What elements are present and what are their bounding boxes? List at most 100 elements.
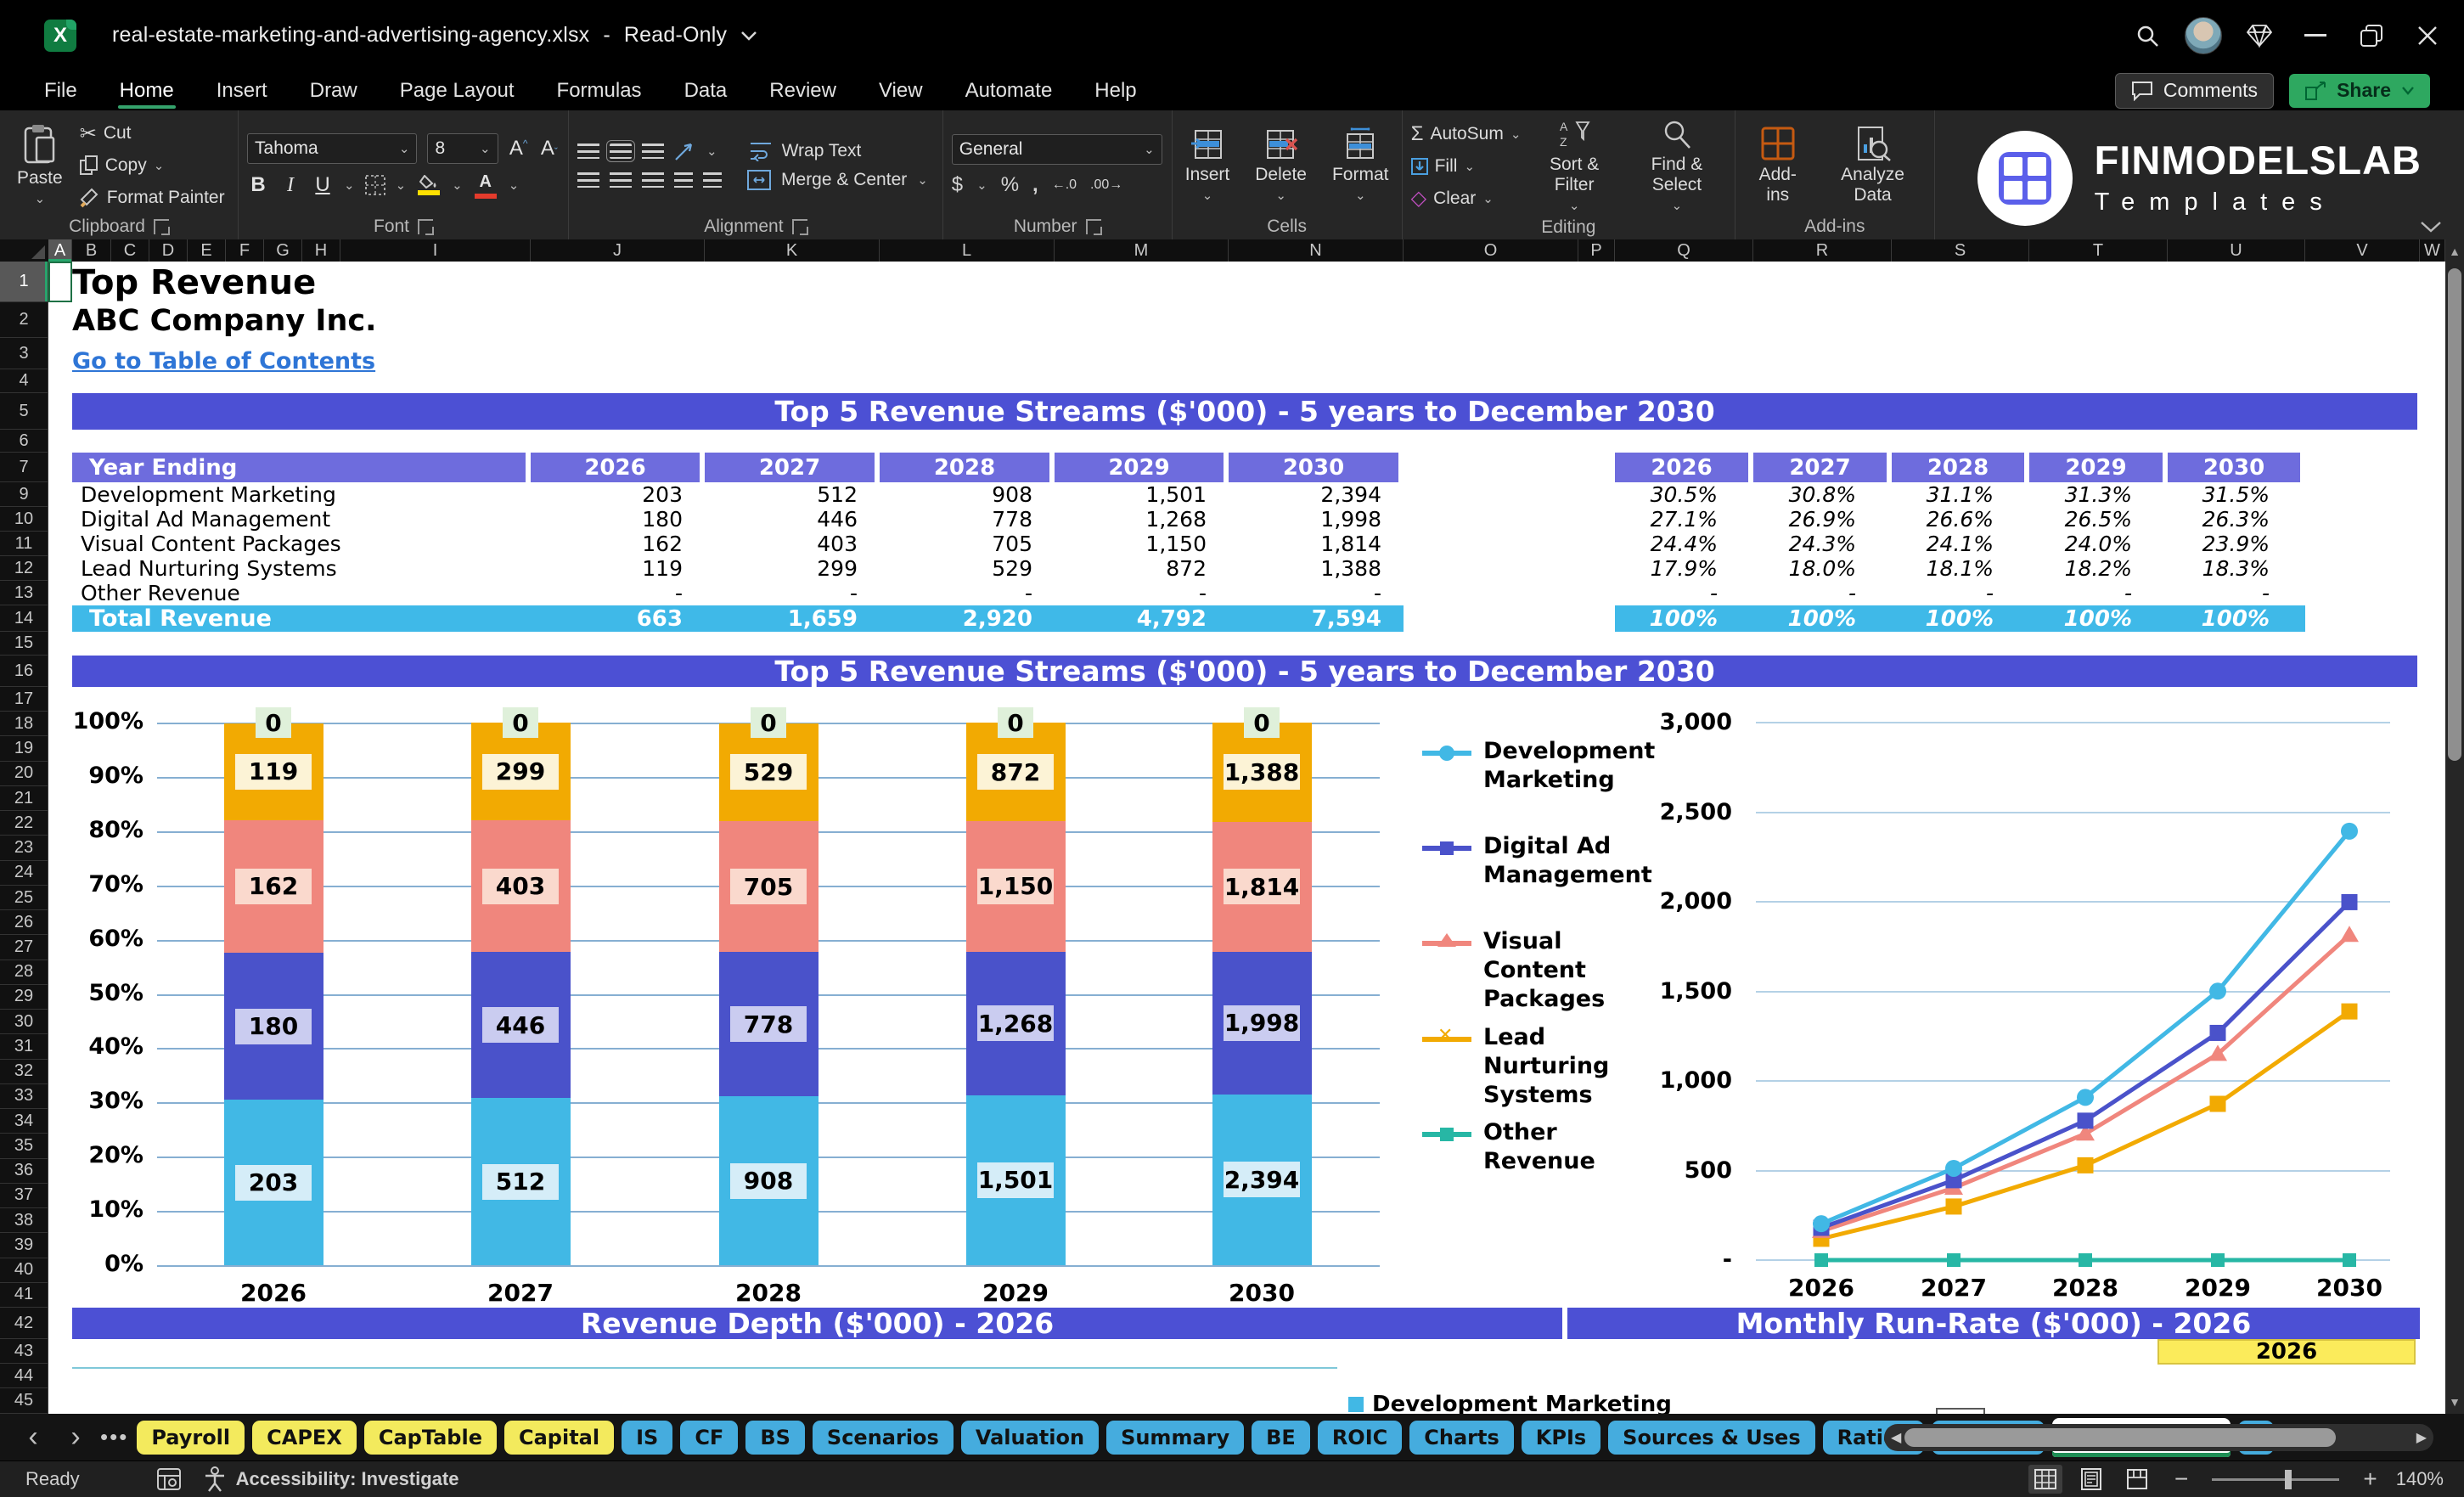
title-chevron-down-icon[interactable] xyxy=(740,31,757,41)
menu-tab-view[interactable]: View xyxy=(860,70,942,110)
decrease-decimal-icon[interactable]: .00→ xyxy=(1090,177,1122,193)
table-header-year[interactable]: 2028 xyxy=(880,453,1052,482)
table-value-cell[interactable]: 203 xyxy=(531,482,683,507)
row-header-21[interactable]: 21 xyxy=(0,785,48,812)
total-value-cell[interactable]: 1,659 xyxy=(705,605,858,632)
pct-value-cell[interactable]: - xyxy=(2168,581,2270,605)
orientation-icon[interactable] xyxy=(674,141,696,161)
row-header-45[interactable]: 45 xyxy=(0,1388,48,1414)
font-dialog-launcher-icon[interactable] xyxy=(418,219,435,235)
zoom-in-icon[interactable]: + xyxy=(2363,1466,2377,1493)
minimize-button[interactable] xyxy=(2287,10,2343,61)
pct-value-cell[interactable]: 26.6% xyxy=(1892,507,1994,532)
row-header-28[interactable]: 28 xyxy=(0,960,48,985)
column-headers[interactable]: ABCDEFGHIJKLMNOPQRSTUVW xyxy=(48,239,2445,262)
menu-tab-insert[interactable]: Insert xyxy=(198,70,286,110)
row-header-19[interactable]: 19 xyxy=(0,736,48,762)
row-header-31[interactable]: 31 xyxy=(0,1034,48,1060)
merge-center-button[interactable]: Merge & Center xyxy=(781,170,907,190)
column-header-j[interactable]: J xyxy=(531,239,705,262)
pct-value-cell[interactable]: 26.9% xyxy=(1753,507,1856,532)
menu-tab-review[interactable]: Review xyxy=(751,70,855,110)
pct-value-cell[interactable]: 24.4% xyxy=(1615,532,1718,556)
underline-button[interactable]: U xyxy=(312,173,334,197)
tabs-scroll-left-icon[interactable]: ‹ xyxy=(12,1421,54,1454)
increase-decimal-icon[interactable]: ←.0 xyxy=(1052,177,1077,193)
pct-total-cell[interactable]: 100% xyxy=(1892,605,1994,632)
pct-value-cell[interactable]: 30.5% xyxy=(1615,482,1718,507)
row-header-3[interactable]: 3 xyxy=(0,338,48,369)
sheet-tab-roic[interactable]: ROIC xyxy=(1317,1420,1403,1455)
number-dialog-launcher-icon[interactable] xyxy=(1085,219,1102,235)
total-value-cell[interactable]: 4,792 xyxy=(1055,605,1207,632)
pct-value-cell[interactable]: - xyxy=(1753,581,1856,605)
table-value-cell[interactable]: - xyxy=(1229,581,1381,605)
sheet-tab-is[interactable]: IS xyxy=(622,1420,673,1455)
pct-value-cell[interactable]: - xyxy=(1892,581,1994,605)
pct-value-cell[interactable]: 26.5% xyxy=(2029,507,2132,532)
borders-icon[interactable] xyxy=(364,175,385,195)
pct-total-cell[interactable]: 100% xyxy=(2029,605,2132,632)
column-header-p[interactable]: P xyxy=(1578,239,1615,262)
pct-header-year[interactable]: 2028 xyxy=(1892,453,2027,482)
row-header-1[interactable]: 1 xyxy=(0,262,48,302)
table-value-cell[interactable]: 2,394 xyxy=(1229,482,1381,507)
row-header-25[interactable]: 25 xyxy=(0,885,48,911)
table-value-cell[interactable]: 119 xyxy=(531,556,683,581)
column-header-c[interactable]: C xyxy=(111,239,149,262)
pct-value-cell[interactable]: 24.0% xyxy=(2029,532,2132,556)
wrap-text-button[interactable]: Wrap Text xyxy=(782,141,862,161)
sheet-tab-scenarios[interactable]: Scenarios xyxy=(812,1420,954,1455)
monthly-runrate-banner[interactable]: Monthly Run-Rate ($'000) - 2026 xyxy=(1567,1307,2420,1340)
column-header-g[interactable]: G xyxy=(264,239,302,262)
table-value-cell[interactable]: 1,501 xyxy=(1055,482,1207,507)
clear-button[interactable]: ◇ Clear ⌄ xyxy=(1411,186,1522,211)
zoom-slider[interactable] xyxy=(2212,1469,2340,1489)
sheet-tab-capex[interactable]: CAPEX xyxy=(252,1420,357,1455)
scroll-up-icon[interactable]: ▲ xyxy=(2445,239,2464,263)
row-header-2[interactable]: 2 xyxy=(0,302,48,338)
pct-value-cell[interactable]: 27.1% xyxy=(1615,507,1718,532)
menu-tab-file[interactable]: File xyxy=(25,70,96,110)
column-header-m[interactable]: M xyxy=(1055,239,1229,262)
row-header-24[interactable]: 24 xyxy=(0,860,48,886)
table-row-label[interactable]: Lead Nurturing Systems xyxy=(81,556,522,581)
row-header-5[interactable]: 5 xyxy=(0,393,48,430)
table-value-cell[interactable]: 529 xyxy=(880,556,1032,581)
macro-record-icon[interactable] xyxy=(156,1467,182,1491)
table-row-label[interactable]: Visual Content Packages xyxy=(81,532,522,556)
row-header-16[interactable]: 16 xyxy=(0,656,48,687)
row-header-29[interactable]: 29 xyxy=(0,984,48,1010)
autosum-button[interactable]: Σ AutoSum ⌄ xyxy=(1411,121,1522,147)
table-header-year[interactable]: 2027 xyxy=(705,453,877,482)
normal-view-icon[interactable] xyxy=(2028,1465,2062,1494)
accessibility-status[interactable]: Accessibility: Investigate xyxy=(236,1468,459,1490)
find-select-button[interactable]: Find & Select ⌄ xyxy=(1628,117,1726,216)
paste-button[interactable]: Paste ⌄ xyxy=(8,117,71,214)
pct-header-year[interactable]: 2029 xyxy=(2029,453,2165,482)
total-value-cell[interactable]: 7,594 xyxy=(1229,605,1381,632)
pct-value-cell[interactable]: 18.1% xyxy=(1892,556,1994,581)
zoom-slider-thumb[interactable] xyxy=(2285,1469,2292,1489)
pct-header-year[interactable]: 2026 xyxy=(1615,453,1751,482)
bold-button[interactable]: B xyxy=(247,173,269,197)
row-header-22[interactable]: 22 xyxy=(0,811,48,836)
column-header-e[interactable]: E xyxy=(188,239,226,262)
active-cell-a1[interactable] xyxy=(48,262,72,302)
fill-button[interactable]: Fill ⌄ xyxy=(1410,154,1522,179)
pct-value-cell[interactable]: 30.8% xyxy=(1753,482,1856,507)
table-value-cell[interactable]: 1,998 xyxy=(1229,507,1381,532)
select-all-corner[interactable] xyxy=(0,239,49,262)
row-header-10[interactable]: 10 xyxy=(0,507,48,532)
percent-format-icon[interactable]: % xyxy=(1001,173,1019,197)
sheet-tab-be[interactable]: BE xyxy=(1252,1420,1310,1455)
row-header-37[interactable]: 37 xyxy=(0,1183,48,1209)
sheet-tab-valuation[interactable]: Valuation xyxy=(960,1420,1100,1455)
row-header-30[interactable]: 30 xyxy=(0,1010,48,1035)
table-value-cell[interactable]: 162 xyxy=(531,532,683,556)
clipboard-dialog-launcher-icon[interactable] xyxy=(153,219,170,235)
column-header-q[interactable]: Q xyxy=(1615,239,1753,262)
fill-color-button[interactable] xyxy=(416,175,442,195)
table-value-cell[interactable]: 1,814 xyxy=(1229,532,1381,556)
align-top-icon[interactable] xyxy=(577,144,600,159)
